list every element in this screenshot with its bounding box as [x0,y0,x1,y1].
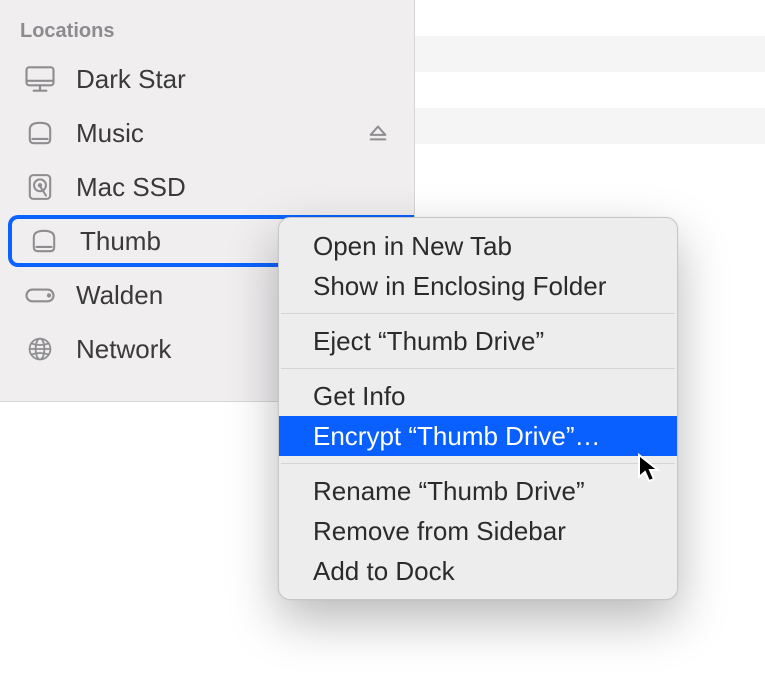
menu-item-rename[interactable]: Rename “Thumb Drive” [279,471,677,511]
menu-item-remove-from-sidebar[interactable]: Remove from Sidebar [279,511,677,551]
file-list [415,0,765,138]
sidebar-item-label: Mac SSD [76,172,186,203]
sidebar-item-music[interactable]: Music [8,107,406,159]
menu-item-show-in-enclosing[interactable]: Show in Enclosing Folder [279,266,677,306]
sidebar-item-label: Thumb [80,226,161,257]
disk-icon [24,221,64,261]
menu-item-get-info[interactable]: Get Info [279,376,677,416]
disk-icon [20,113,60,153]
menu-item-open-in-new-tab[interactable]: Open in New Tab [279,226,677,266]
sidebar-item-label: Walden [76,280,163,311]
menu-item-add-to-dock[interactable]: Add to Dock [279,551,677,591]
sidebar-item-dark-star[interactable]: Dark Star [8,53,406,105]
menu-separator [281,368,675,369]
hdd-icon [20,167,60,207]
sidebar-item-label: Network [76,334,171,365]
menu-separator [281,463,675,464]
globe-icon [20,329,60,369]
sidebar-item-mac-ssd[interactable]: Mac SSD [8,161,406,213]
menu-item-encrypt[interactable]: Encrypt “Thumb Drive”… [279,416,677,456]
sidebar-item-label: Dark Star [76,64,186,95]
context-menu: Open in New Tab Show in Enclosing Folder… [278,217,678,600]
sidebar-item-label: Music [76,118,144,149]
section-title-locations: Locations [0,20,414,53]
eject-icon[interactable] [366,121,390,145]
menu-separator [281,313,675,314]
imac-icon [20,59,60,99]
timecapsule-icon [20,275,60,315]
menu-item-eject[interactable]: Eject “Thumb Drive” [279,321,677,361]
